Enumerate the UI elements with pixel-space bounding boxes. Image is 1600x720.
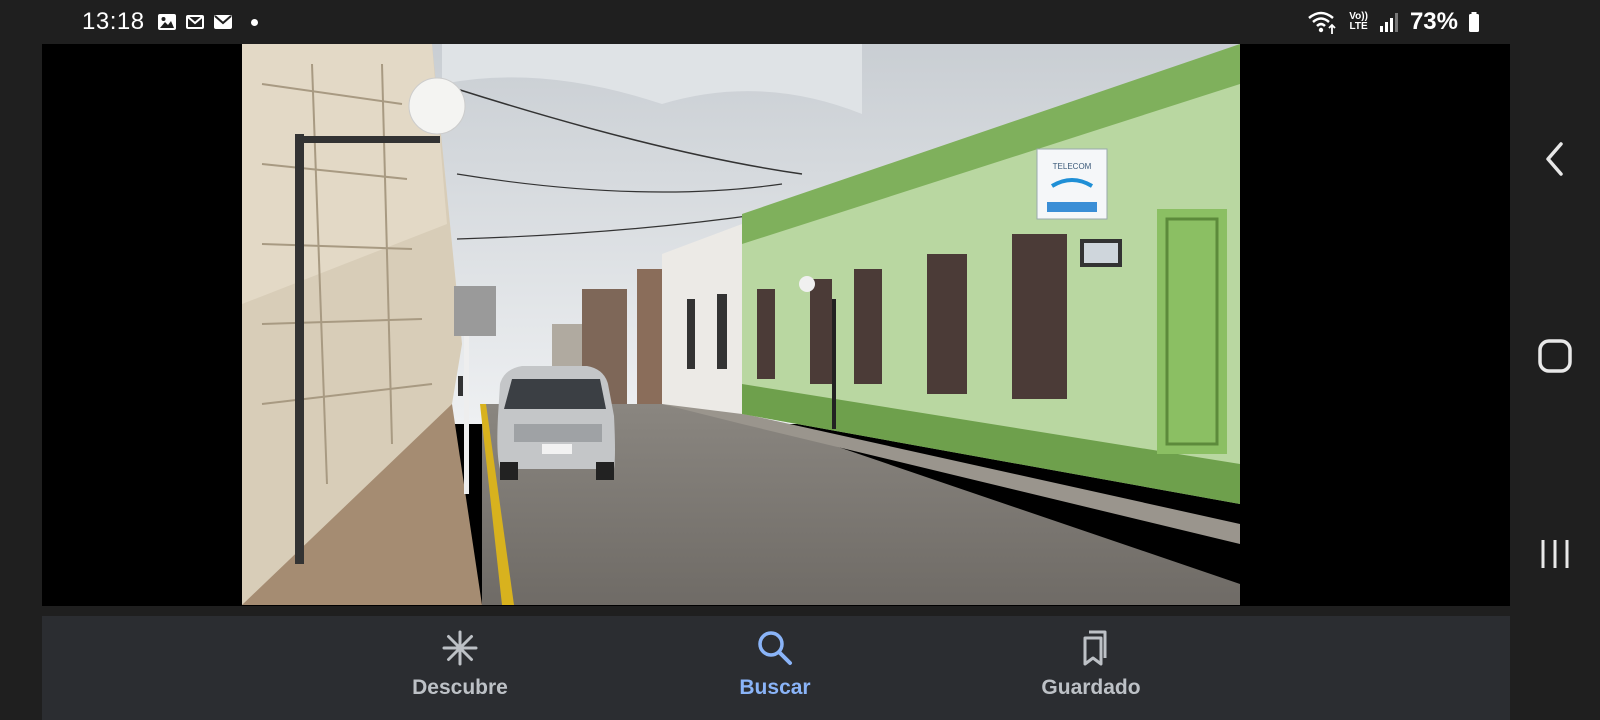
asterisk-icon	[438, 626, 482, 670]
search-icon	[753, 626, 797, 670]
battery-level: 73%	[1409, 8, 1458, 35]
back-icon	[1546, 142, 1563, 176]
nav-saved[interactable]: Guardado	[1011, 626, 1171, 712]
image-viewer[interactable]: TELECOM	[42, 44, 1510, 606]
volte-bottom-label: LTE	[1349, 21, 1368, 32]
wifi-icon	[1308, 11, 1336, 34]
dot-icon	[250, 18, 258, 26]
nav-saved-label: Guardado	[1041, 676, 1141, 699]
status-left: 13:18	[82, 6, 258, 38]
status-time: 13:18	[82, 8, 145, 35]
signal-icon	[1379, 13, 1398, 32]
mail-outline-icon	[185, 15, 204, 29]
home-icon	[1538, 339, 1572, 373]
status-right: Vo)) LTE 73%	[1307, 6, 1480, 38]
gallery-icon	[157, 14, 176, 30]
volte-icon: Vo)) LTE	[1349, 12, 1368, 32]
street-photo[interactable]: TELECOM	[242, 44, 1240, 605]
back-button[interactable]	[1535, 139, 1575, 179]
nav-discover-label: Descubre	[412, 676, 508, 699]
status-bar: 13:18 Vo)) LTE 73%	[0, 0, 1600, 44]
home-button[interactable]	[1535, 336, 1575, 376]
nav-discover[interactable]: Descubre	[380, 626, 540, 712]
telecom-sign-text: TELECOM	[1053, 162, 1092, 171]
recents-icon	[1541, 540, 1569, 568]
battery-icon	[1469, 12, 1479, 32]
nav-search-label: Buscar	[739, 676, 811, 699]
system-navigation	[1510, 44, 1600, 720]
mail-icon	[213, 15, 232, 29]
car	[497, 366, 615, 480]
recents-button[interactable]	[1535, 534, 1575, 574]
nav-search[interactable]: Buscar	[695, 626, 855, 712]
bookmarks-icon	[1069, 626, 1113, 670]
bottom-navigation: Descubre Buscar Guardado	[42, 616, 1510, 720]
